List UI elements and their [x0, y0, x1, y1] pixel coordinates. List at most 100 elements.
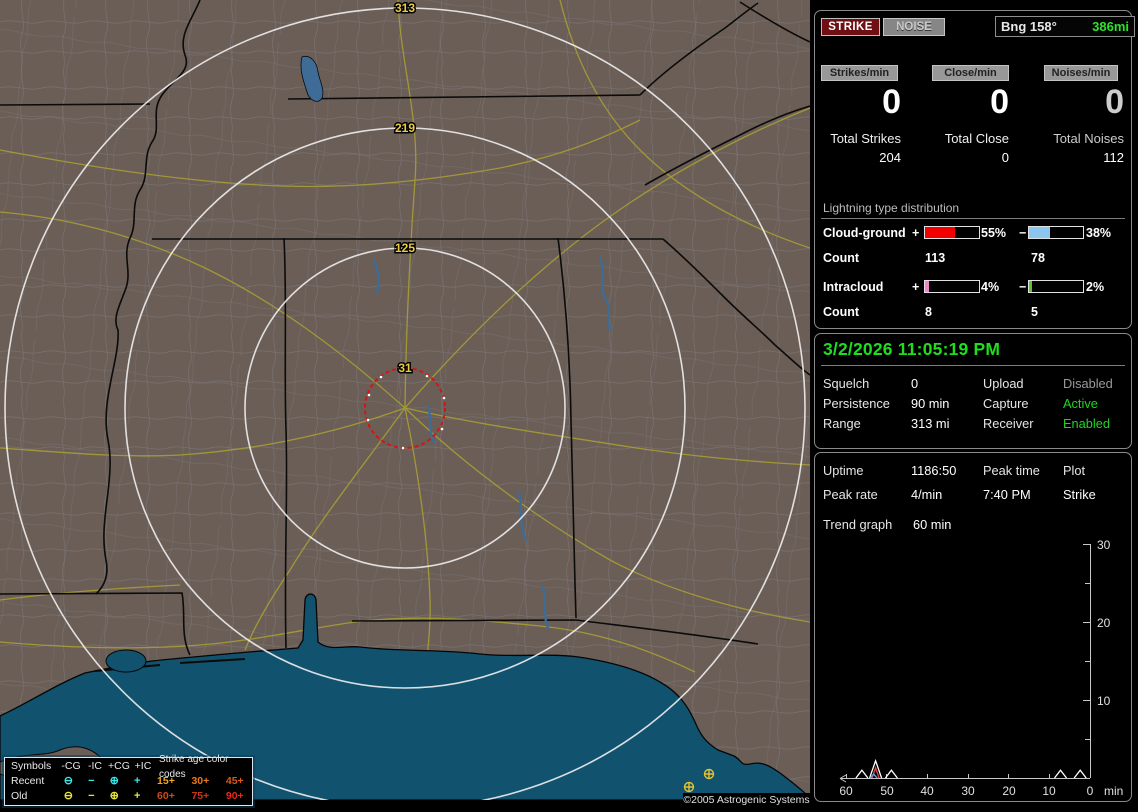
cg-positive-bar: [924, 226, 980, 239]
svg-text:40: 40: [920, 784, 934, 798]
ring-label-313: 313: [395, 1, 415, 15]
strike-map[interactable]: 313 219 125 31 Symbols -CG -IC +CG +IC S…: [0, 0, 811, 809]
plus-sign: +: [912, 226, 920, 240]
upload-status: Disabled: [1063, 376, 1113, 391]
divider: [821, 218, 1125, 219]
total-close-value: 0: [1001, 150, 1009, 165]
cg-positive-count: 113: [925, 251, 946, 265]
count-label: Count: [823, 251, 860, 265]
ic-negative-bar: [1028, 280, 1084, 293]
plus-sign: +: [912, 280, 920, 294]
plus-cg-icon: ⊕: [109, 775, 119, 787]
cg-negative-pct: 38%: [1086, 226, 1112, 240]
trend-peak-strikes: [1073, 769, 1087, 779]
trend-graph-row: Trend graph 60 min: [823, 517, 952, 532]
svg-text:30: 30: [1097, 538, 1111, 552]
svg-text:20: 20: [1097, 616, 1111, 630]
minus-ic-icon: −: [88, 790, 95, 802]
capture-status: Active: [1063, 396, 1098, 411]
ring-label-125: 125: [395, 241, 415, 255]
divider: [821, 365, 1125, 366]
graph-axes: [839, 544, 1091, 783]
copyright-notice: ©2005 Astrogenic Systems: [683, 793, 810, 807]
lake-pontchartrain: [105, 649, 147, 673]
graph-labels: 30 20 10 60 50 40 30 20 10 0 min: [839, 538, 1123, 798]
total-strikes-value: 204: [879, 150, 901, 165]
ring-label-31: 31: [398, 361, 412, 375]
noises-per-min-button[interactable]: Noises/min: [1044, 65, 1118, 81]
cg-negative-bar: [1028, 226, 1084, 239]
strikes-rate-value: 0: [882, 83, 901, 121]
status-panel: 3/2/2026 11:05:19 PM Squelch 0 Upload Di…: [814, 333, 1132, 449]
cloud-ground-row: Cloud-ground + 55% − 38%: [815, 226, 1131, 240]
plus-ic-icon: +: [134, 790, 141, 802]
total-close-label: Total Close: [944, 131, 1009, 146]
cg-positive-pct: 55%: [981, 226, 1007, 240]
minus-sign: −: [1019, 280, 1027, 294]
svg-text:50: 50: [880, 784, 894, 798]
intracloud-row: Intracloud + 4% − 2%: [815, 280, 1131, 294]
total-strikes-label: Total Strikes: [830, 131, 901, 146]
clock-display: 3/2/2026 11:05:19 PM: [823, 339, 1001, 359]
minus-sign: −: [1019, 226, 1027, 240]
legend-header: Symbols -CG -IC +CG +IC Strike age color…: [5, 754, 252, 780]
legend-row-old: Old ⊖ − ⊕ + 60+ 75+ 90+: [11, 790, 244, 802]
ic-negative-pct: 2%: [1086, 280, 1105, 294]
minus-cg-icon: ⊖: [63, 790, 73, 802]
plus-cg-icon: ⊕: [109, 790, 119, 802]
receiver-status: Enabled: [1063, 416, 1110, 431]
strike-symbol: [683, 781, 695, 793]
minus-ic-icon: −: [88, 775, 95, 787]
cg-count-row: Count 113 78: [815, 251, 1131, 265]
bearing-range-value: 386mi: [1092, 19, 1129, 34]
ic-count-row: Count 8 5: [815, 305, 1131, 319]
svg-text:min: min: [1104, 784, 1123, 798]
symbols-legend: Symbols -CG -IC +CG +IC Strike age color…: [4, 754, 253, 806]
trend-graph: 30 20 10 60 50 40 30 20 10 0 min: [839, 538, 1123, 798]
ic-positive-count: 8: [925, 305, 932, 319]
lightning-tracker-app: { "app": { "credit": "©2005 Astrogenic S…: [0, 0, 1138, 812]
svg-text:10: 10: [1097, 694, 1111, 708]
count-label: Count: [823, 305, 860, 319]
ic-label: Intracloud: [823, 280, 884, 294]
status-row: Persistence 90 min Capture Active: [823, 396, 1098, 411]
legend-row-recent: Recent ⊖ − ⊕ + 15+ 30+ 45+: [11, 775, 244, 787]
svg-text:0: 0: [1087, 784, 1094, 798]
strike-mode-button[interactable]: STRIKE: [821, 18, 880, 36]
distribution-title: Lightning type distribution: [823, 201, 960, 215]
ring-label-219: 219: [395, 121, 415, 135]
cg-label: Cloud-ground: [823, 226, 906, 240]
total-noises-label: Total Noises: [1053, 131, 1124, 146]
strike-stats-panel: STRIKE NOISE Bng 158° 386mi Strikes/min …: [814, 10, 1135, 329]
legend-title: Symbols: [11, 760, 52, 772]
close-rate-value: 0: [990, 83, 1009, 121]
stats-row: Uptime 1186:50 Peak time Plot: [823, 463, 1086, 478]
plus-ic-icon: +: [134, 775, 141, 787]
noises-rate-value: 0: [1105, 83, 1124, 121]
close-per-min-button[interactable]: Close/min: [932, 65, 1009, 81]
minus-cg-icon: ⊖: [63, 775, 73, 787]
map-canvas: 313 219 125 31: [0, 0, 811, 809]
ic-positive-bar: [924, 280, 980, 293]
trend-peak-strikes: [884, 769, 898, 779]
trend-peak-strikes: [855, 769, 869, 779]
svg-text:20: 20: [1002, 784, 1016, 798]
total-noises-value: 112: [1103, 150, 1124, 165]
trend-peaks: [855, 758, 1087, 779]
svg-text:10: 10: [1042, 784, 1056, 798]
ic-positive-pct: 4%: [981, 280, 1000, 294]
noise-mode-button[interactable]: NOISE: [883, 18, 945, 36]
trend-peak-strikes: [1053, 769, 1068, 779]
cg-negative-count: 78: [1031, 251, 1045, 265]
strike-symbol: [703, 768, 715, 780]
svg-text:30: 30: [961, 784, 975, 798]
strikes-per-min-button[interactable]: Strikes/min: [821, 65, 898, 81]
status-row: Range 313 mi Receiver Enabled: [823, 416, 1110, 431]
svg-text:60: 60: [839, 784, 853, 798]
stats-row: Peak rate 4/min 7:40 PM Strike: [823, 487, 1096, 502]
bearing-readout: Bng 158° 386mi: [995, 16, 1135, 37]
bearing-value: Bng 158°: [1001, 19, 1057, 34]
status-row: Squelch 0 Upload Disabled: [823, 376, 1113, 391]
ic-negative-count: 5: [1031, 305, 1038, 319]
trend-panel: Uptime 1186:50 Peak time Plot Peak rate …: [814, 452, 1132, 802]
